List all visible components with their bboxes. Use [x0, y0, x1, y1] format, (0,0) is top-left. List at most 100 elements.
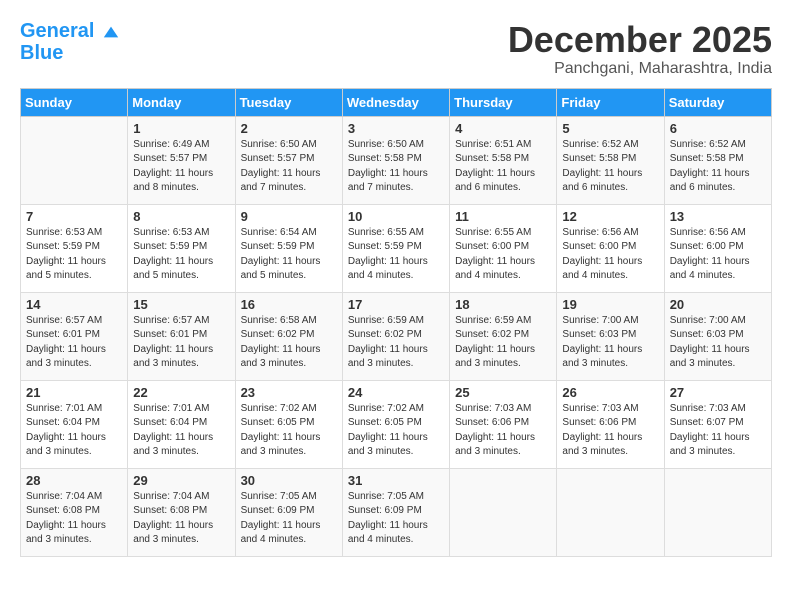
calendar-cell — [450, 468, 557, 556]
header-sunday: Sunday — [21, 88, 128, 116]
calendar-cell: 19 Sunrise: 7:00 AMSunset: 6:03 PMDayligh… — [557, 292, 664, 380]
cell-info: Sunrise: 6:54 AMSunset: 5:59 PMDaylight:… — [241, 226, 337, 284]
day-number: 14 — [26, 297, 122, 312]
day-number: 13 — [670, 209, 766, 224]
day-number: 5 — [562, 121, 658, 136]
cell-info: Sunrise: 6:52 AMSunset: 5:58 PMDaylight:… — [670, 138, 766, 196]
calendar-cell: 27Sunrise: 7:03 AMSunset: 6:07 PMDayligh… — [664, 380, 771, 468]
cell-info: Sunrise: 6:53 AMSunset: 5:59 PMDaylight:… — [26, 226, 122, 284]
day-number: 28 — [26, 473, 122, 488]
cell-info: Sunrise: 7:04 AMSunset: 6:08 PMDaylight:… — [26, 490, 122, 548]
calendar-cell: 4Sunrise: 6:51 AMSunset: 5:58 PMDaylight… — [450, 116, 557, 204]
calendar-cell: 2 Sunrise: 6:50 AMSunset: 5:57 PMDaylight… — [235, 116, 342, 204]
day-number: 6 — [670, 121, 766, 136]
calendar-cell: 23 Sunrise: 7:02 AMSunset: 6:05 PMDayligh… — [235, 380, 342, 468]
cell-info: Sunrise: 7:02 AMSunset: 6:05 PMDaylight:… — [348, 402, 444, 460]
week-row-2: 7 Sunrise: 6:53 AMSunset: 5:59 PMDaylight… — [21, 204, 772, 292]
page-header: General Blue December 2025 Panchgani, Ma… — [20, 20, 772, 78]
calendar-cell: 14Sunrise: 6:57 AMSunset: 6:01 PMDayligh… — [21, 292, 128, 380]
header-thursday: Thursday — [450, 88, 557, 116]
cell-info: Sunrise: 6:59 AMSunset: 6:02 PMDaylight:… — [455, 314, 551, 372]
calendar-cell: 16 Sunrise: 6:58 AMSunset: 6:02 PMDayligh… — [235, 292, 342, 380]
day-number: 7 — [26, 209, 122, 224]
day-number: 30 — [241, 473, 337, 488]
cell-info: Sunrise: 6:51 AMSunset: 5:58 PMDaylight:… — [455, 138, 551, 196]
header-wednesday: Wednesday — [342, 88, 449, 116]
day-number: 12 — [562, 209, 658, 224]
cell-info: Sunrise: 7:00 AMSunset: 6:03 PMDaylight:… — [562, 314, 658, 372]
cell-info: Sunrise: 7:02 AMSunset: 6:05 PMDaylight:… — [241, 402, 337, 460]
calendar-cell — [557, 468, 664, 556]
header-saturday: Saturday — [664, 88, 771, 116]
cell-info: Sunrise: 6:52 AMSunset: 5:58 PMDaylight:… — [562, 138, 658, 196]
day-number: 2 — [241, 121, 337, 136]
day-number: 22 — [133, 385, 229, 400]
logo-text: General — [20, 20, 120, 42]
calendar-cell: 17Sunrise: 6:59 AMSunset: 6:02 PMDayligh… — [342, 292, 449, 380]
calendar-cell — [664, 468, 771, 556]
header-monday: Monday — [128, 88, 235, 116]
logo: General Blue — [20, 20, 120, 64]
calendar-cell: 1 Sunrise: 6:49 AMSunset: 5:57 PMDaylight… — [128, 116, 235, 204]
day-number: 20 — [670, 297, 766, 312]
cell-info: Sunrise: 6:55 AMSunset: 5:59 PMDaylight:… — [348, 226, 444, 284]
calendar-cell: 6 Sunrise: 6:52 AMSunset: 5:58 PMDaylight… — [664, 116, 771, 204]
calendar-cell: 21 Sunrise: 7:01 AMSunset: 6:04 PMDayligh… — [21, 380, 128, 468]
calendar-cell: 29Sunrise: 7:04 AMSunset: 6:08 PMDayligh… — [128, 468, 235, 556]
day-number: 1 — [133, 121, 229, 136]
calendar-cell: 5 Sunrise: 6:52 AMSunset: 5:58 PMDaylight… — [557, 116, 664, 204]
calendar-cell: 12 Sunrise: 6:56 AMSunset: 6:00 PMDayligh… — [557, 204, 664, 292]
day-number: 19 — [562, 297, 658, 312]
week-row-1: 1 Sunrise: 6:49 AMSunset: 5:57 PMDaylight… — [21, 116, 772, 204]
calendar-cell: 10Sunrise: 6:55 AMSunset: 5:59 PMDayligh… — [342, 204, 449, 292]
cell-info: Sunrise: 6:57 AMSunset: 6:01 PMDaylight:… — [133, 314, 229, 372]
calendar-cell: 22 Sunrise: 7:01 AMSunset: 6:04 PMDayligh… — [128, 380, 235, 468]
month-title: December 2025 — [508, 20, 772, 60]
week-row-4: 21 Sunrise: 7:01 AMSunset: 6:04 PMDayligh… — [21, 380, 772, 468]
week-row-3: 14 Sunrise: 6:57 AMSunset: 6:01 PMDayligh… — [21, 292, 772, 380]
calendar-cell: 9 Sunrise: 6:54 AMSunset: 5:59 PMDaylight… — [235, 204, 342, 292]
cell-info: Sunrise: 6:56 AMSunset: 6:00 PMDaylight:… — [562, 226, 658, 284]
cell-info: Sunrise: 6:50 AMSunset: 5:58 PMDaylight:… — [348, 138, 444, 196]
title-block: December 2025 Panchgani, Maharashtra, In… — [508, 20, 772, 78]
calendar-cell: 31Sunrise: 7:05 AMSunset: 6:09 PMDayligh… — [342, 468, 449, 556]
day-number: 8 — [133, 209, 229, 224]
day-number: 18 — [455, 297, 551, 312]
cell-info: Sunrise: 6:50 AMSunset: 5:57 PMDaylight:… — [241, 138, 337, 196]
cell-info: Sunrise: 7:01 AMSunset: 6:04 PMDaylight:… — [133, 402, 229, 460]
day-number: 25 — [455, 385, 551, 400]
day-number: 31 — [348, 473, 444, 488]
cell-info: Sunrise: 6:55 AMSunset: 6:00 PMDaylight:… — [455, 226, 551, 284]
calendar-cell: 15Sunrise: 6:57 AMSunset: 6:01 PMDayligh… — [128, 292, 235, 380]
day-number: 9 — [241, 209, 337, 224]
cell-info: Sunrise: 7:05 AMSunset: 6:09 PMDaylight:… — [241, 490, 337, 548]
calendar-cell: 18 Sunrise: 6:59 AMSunset: 6:02 PMDayligh… — [450, 292, 557, 380]
day-number: 16 — [241, 297, 337, 312]
cell-info: Sunrise: 6:59 AMSunset: 6:02 PMDaylight:… — [348, 314, 444, 372]
cell-info: Sunrise: 7:03 AMSunset: 6:06 PMDaylight:… — [455, 402, 551, 460]
day-number: 24 — [348, 385, 444, 400]
logo-text-blue: Blue — [20, 42, 120, 64]
calendar-cell: 7 Sunrise: 6:53 AMSunset: 5:59 PMDaylight… — [21, 204, 128, 292]
day-number: 29 — [133, 473, 229, 488]
calendar-cell: 13 Sunrise: 6:56 AMSunset: 6:00 PMDayligh… — [664, 204, 771, 292]
calendar-cell: 30 Sunrise: 7:05 AMSunset: 6:09 PMDayligh… — [235, 468, 342, 556]
calendar-cell: 8 Sunrise: 6:53 AMSunset: 5:59 PMDaylight… — [128, 204, 235, 292]
calendar-cell: 28 Sunrise: 7:04 AMSunset: 6:08 PMDayligh… — [21, 468, 128, 556]
cell-info: Sunrise: 6:58 AMSunset: 6:02 PMDaylight:… — [241, 314, 337, 372]
calendar-cell: 20Sunrise: 7:00 AMSunset: 6:03 PMDayligh… — [664, 292, 771, 380]
day-number: 26 — [562, 385, 658, 400]
day-number: 21 — [26, 385, 122, 400]
calendar-table: SundayMondayTuesdayWednesdayThursdayFrid… — [20, 88, 772, 557]
cell-info: Sunrise: 6:53 AMSunset: 5:59 PMDaylight:… — [133, 226, 229, 284]
header-friday: Friday — [557, 88, 664, 116]
calendar-cell: 25 Sunrise: 7:03 AMSunset: 6:06 PMDayligh… — [450, 380, 557, 468]
day-number: 11 — [455, 209, 551, 224]
cell-info: Sunrise: 6:49 AMSunset: 5:57 PMDaylight:… — [133, 138, 229, 196]
calendar-cell — [21, 116, 128, 204]
cell-info: Sunrise: 7:01 AMSunset: 6:04 PMDaylight:… — [26, 402, 122, 460]
location: Panchgani, Maharashtra, India — [508, 60, 772, 78]
header-tuesday: Tuesday — [235, 88, 342, 116]
day-number: 23 — [241, 385, 337, 400]
cell-info: Sunrise: 6:56 AMSunset: 6:00 PMDaylight:… — [670, 226, 766, 284]
